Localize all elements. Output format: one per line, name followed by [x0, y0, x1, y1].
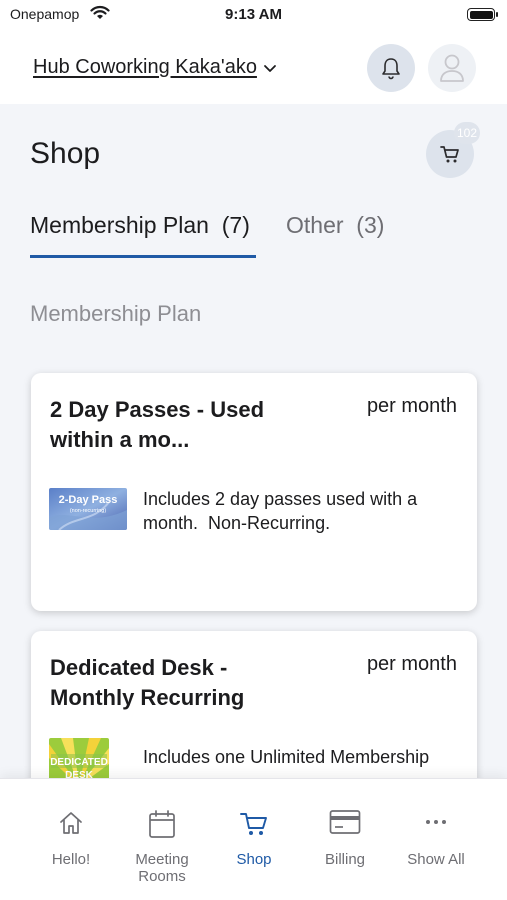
page-title: Shop — [30, 137, 101, 170]
bell-icon — [382, 58, 400, 80]
card-price: per month — [366, 395, 457, 417]
user-icon — [440, 54, 464, 82]
product-thumbnail: 2-Day Pass (non-recurring) — [49, 488, 127, 530]
thumbnail-title: 2-Day Pass — [59, 494, 118, 506]
chevron-down-icon — [264, 64, 276, 72]
thumbnail-title: DEDICATED — [50, 757, 108, 768]
section-title: Membership Plan — [30, 301, 202, 326]
card-price: per month — [366, 653, 457, 675]
thumbnail-subtitle: (non-recurring) — [70, 508, 107, 514]
location-label: Hub Coworking Kaka'ako — [33, 56, 257, 78]
nav-label: Show All — [407, 851, 465, 868]
avatar[interactable] — [428, 44, 476, 92]
tab-membership-plan[interactable]: Membership Plan (7) — [30, 212, 256, 258]
nav-label: Hello! — [51, 851, 91, 868]
card-description: Includes 2 day passes used with a month.… — [143, 489, 423, 533]
calendar-icon — [149, 810, 175, 838]
nav-label: Shop — [236, 851, 272, 868]
tab-other[interactable]: Other (3) — [286, 212, 384, 258]
notifications-button[interactable] — [367, 44, 415, 92]
status-time: 9:13 AM — [225, 6, 282, 23]
more-icon — [426, 820, 446, 824]
home-icon — [60, 812, 82, 834]
status-bar: Onepamop 9:13 AM — [0, 0, 507, 34]
cart-count-badge: 102 — [454, 122, 481, 144]
credit-card-icon — [329, 810, 361, 834]
location-selector[interactable]: Hub Coworking Kaka'ako — [33, 56, 277, 79]
card-description: Includes one Unlimited Membership — [143, 747, 430, 767]
battery-icon — [467, 8, 498, 21]
nav-label: Billing — [324, 851, 366, 868]
cart-icon — [440, 146, 459, 163]
nav-label: Meeting Rooms — [135, 851, 189, 885]
product-card[interactable]: 2 Day Passes - Used within a mo... per m… — [31, 373, 477, 611]
card-title: Dedicated Desk - Monthly Recurring — [50, 655, 245, 710]
header: Hub Coworking Kaka'ako — [0, 34, 507, 104]
cart-icon — [240, 813, 267, 835]
card-title: 2 Day Passes - Used within a mo... — [50, 397, 265, 452]
bottom-nav: Hello! Meeting Rooms Shop Billing Show A… — [0, 778, 507, 900]
